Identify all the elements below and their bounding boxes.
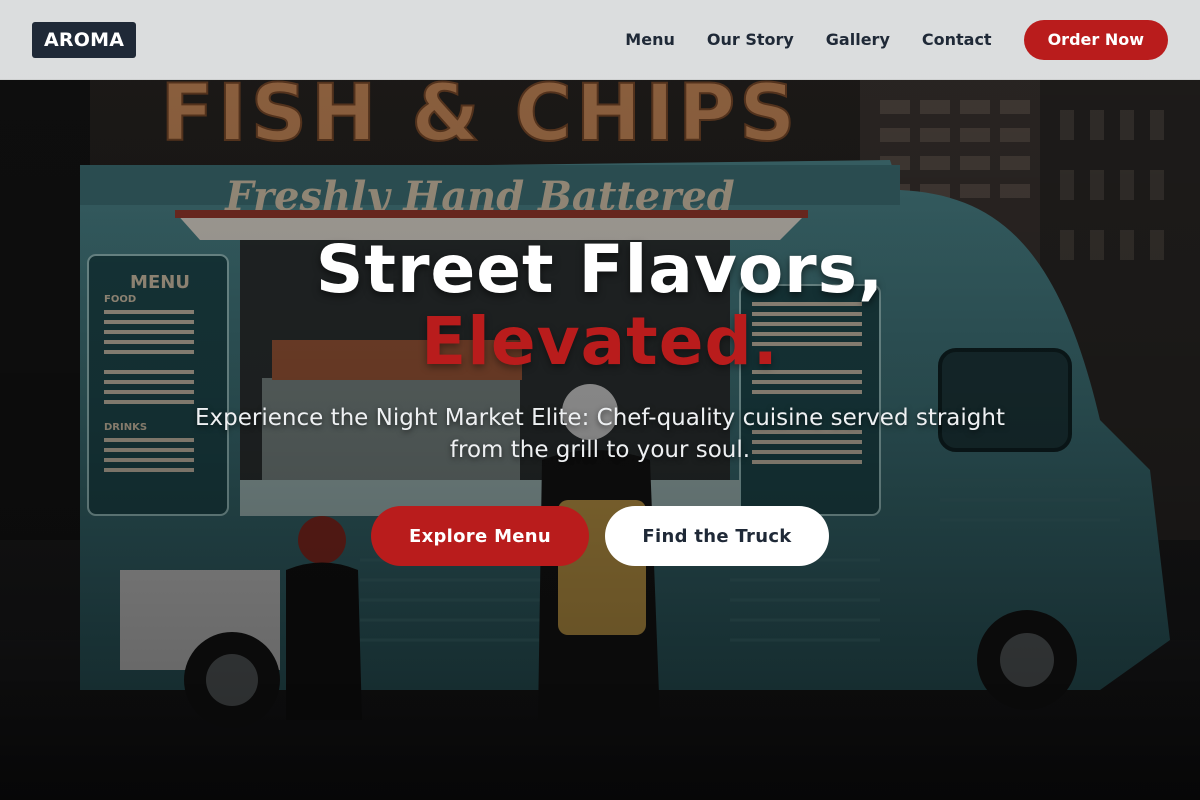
hero-headline-accent: Elevated. [421,303,779,380]
explore-menu-button[interactable]: Explore Menu [371,506,589,566]
hero-section: Street Flavors, Elevated. Experience the… [0,0,1200,800]
find-truck-button[interactable]: Find the Truck [605,506,829,566]
hero-subtitle: Experience the Night Market Elite: Chef-… [195,405,1005,463]
hero-cta-group: Explore Menu Find the Truck [0,506,1200,566]
hero-headline: Street Flavors, [315,231,885,308]
